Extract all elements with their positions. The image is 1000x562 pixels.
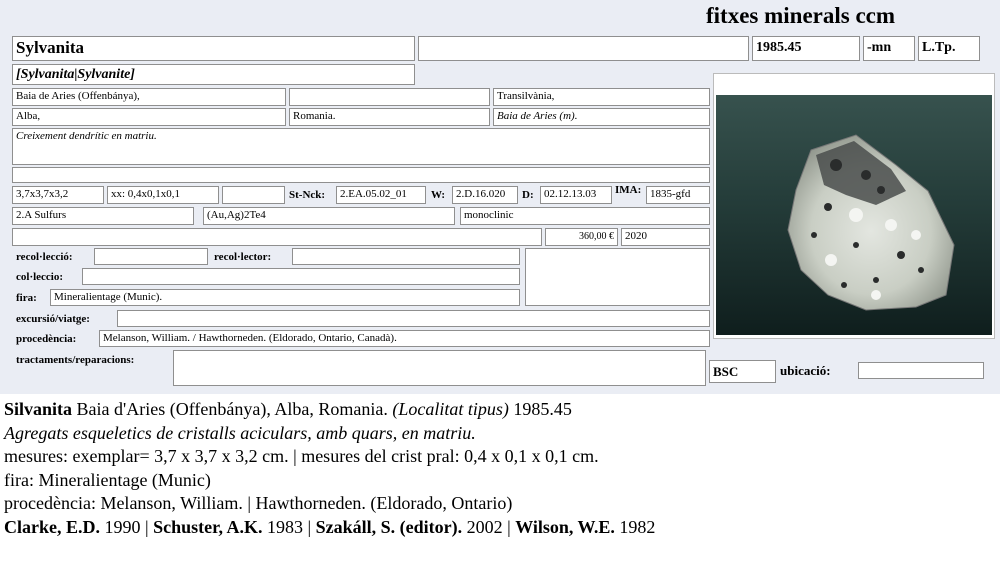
synonyms-field[interactable]: [Sylvanita|Sylvanite] xyxy=(12,64,415,85)
summary-references: Clarke, E.D. 1990 | Schuster, A.K. 1983 … xyxy=(4,516,994,540)
location-label: ubicació: xyxy=(780,363,831,378)
collection2-label: col·leccio: xyxy=(16,271,64,283)
st-nck-label: St-Nck: xyxy=(289,189,326,201)
location-code-field[interactable]: BSC xyxy=(709,360,776,383)
summary-description: Agregats esqueletics de cristalls acicul… xyxy=(4,422,476,443)
provenance-field[interactable]: Melanson, William. / Hawthorneden. (Eldo… xyxy=(99,330,710,347)
d-field[interactable]: 02.12.13.03 xyxy=(540,186,612,204)
treatments-label: tractaments/reparacions: xyxy=(16,354,135,366)
ima-label: IMA: xyxy=(615,184,642,196)
type-tag-field[interactable]: L.Tp. xyxy=(918,36,980,61)
reference-year: 1982 xyxy=(614,516,656,537)
collector-field[interactable] xyxy=(292,248,520,265)
provenance-label: procedència: xyxy=(16,333,77,345)
description-field[interactable]: Creixement dendrític en matriu. xyxy=(12,128,710,165)
suffix-field[interactable]: -mn xyxy=(863,36,915,61)
summary-type-note: (Localitat tipus) xyxy=(392,399,509,419)
collection-field[interactable] xyxy=(94,248,208,265)
ima-field[interactable]: 1835-gfd xyxy=(646,186,710,204)
reference-author: Wilson, W.E. xyxy=(515,516,615,537)
specimen-summary: Silvanita Baia d'Aries (Offenbánya), Alb… xyxy=(4,398,994,539)
empty-field-1[interactable] xyxy=(418,36,749,61)
reference-author: Clarke, E.D. xyxy=(4,516,100,537)
summary-line-1: Silvanita Baia d'Aries (Offenbánya), Alb… xyxy=(4,398,994,422)
crystal-size-field[interactable]: xx: 0,4x0,1x0,1 xyxy=(107,186,219,204)
collection2-field[interactable] xyxy=(82,268,520,285)
country-field[interactable]: Romania. xyxy=(289,108,490,126)
class-field[interactable]: 2.A Sulfurs xyxy=(12,207,194,225)
collection-label: recol·lecció: xyxy=(16,251,73,263)
summary-provenance: procedència: Melanson, William. | Hawtho… xyxy=(4,493,513,513)
empty-field-2[interactable] xyxy=(289,88,490,106)
empty-field-5[interactable] xyxy=(12,228,542,246)
locality-short-field[interactable]: Baia de Aries (m). xyxy=(493,108,710,126)
treatments-field[interactable] xyxy=(173,350,706,386)
reference-year: 1983 | xyxy=(262,516,316,537)
year-field[interactable]: 2020 xyxy=(621,228,710,246)
location-field[interactable] xyxy=(858,362,984,379)
locality-field[interactable]: Baia de Aries (Offenbánya), xyxy=(12,88,286,106)
record-card: fitxes minerals ccm Sylvanita 1985.45 -m… xyxy=(0,0,1000,394)
empty-field-3[interactable] xyxy=(12,167,710,183)
fair-label: fira: xyxy=(16,292,37,304)
w-label: W: xyxy=(431,189,446,201)
fair-field[interactable]: Mineralientage (Munic). xyxy=(50,289,520,306)
reference-author: Schuster, A.K. xyxy=(153,516,263,537)
region-field[interactable]: Transilvània, xyxy=(493,88,710,106)
reference-author: Szakáll, S. (editor). xyxy=(315,516,463,537)
summary-measures: mesures: exemplar= 3,7 x 3,7 x 3,2 cm. |… xyxy=(4,446,599,466)
summary-name: Silvanita xyxy=(4,399,73,419)
crystal-system-field[interactable]: monoclinic xyxy=(460,207,710,225)
name-field[interactable]: Sylvanita xyxy=(12,36,415,61)
collector-label: recol·lector: xyxy=(214,251,272,263)
notes-box[interactable] xyxy=(525,248,710,306)
summary-locality: Baia d'Aries (Offenbánya), Alba, Romania… xyxy=(72,399,393,419)
formula-field[interactable]: (Au,Ag)2Te4 xyxy=(203,207,455,225)
app-title: fitxes minerals ccm xyxy=(706,3,896,28)
excursion-field[interactable] xyxy=(117,310,710,327)
reference-year: 1990 | xyxy=(100,516,154,537)
excursion-label: excursió/viatge: xyxy=(16,313,90,325)
summary-line-2: Agregats esqueletics de cristalls acicul… xyxy=(4,422,994,446)
mineral-specimen-photo[interactable] xyxy=(716,95,992,335)
price-field[interactable]: 360,00 € xyxy=(545,228,618,246)
d-label: D: xyxy=(522,189,534,201)
summary-fair: fira: Mineralientage (Munic) xyxy=(4,469,211,490)
number-field[interactable]: 1985.45 xyxy=(752,36,860,61)
county-field[interactable]: Alba, xyxy=(12,108,286,126)
reference-year: 2002 | xyxy=(462,516,516,537)
dimensions-field[interactable]: 3,7x3,7x3,2 xyxy=(12,186,104,204)
w-field[interactable]: 2.D.16.020 xyxy=(452,186,518,204)
st-nck-field[interactable]: 2.EA.05.02_01 xyxy=(336,186,426,204)
specimen-icon xyxy=(787,134,955,311)
summary-number: 1985.45 xyxy=(508,399,572,419)
empty-field-4[interactable] xyxy=(222,186,285,204)
